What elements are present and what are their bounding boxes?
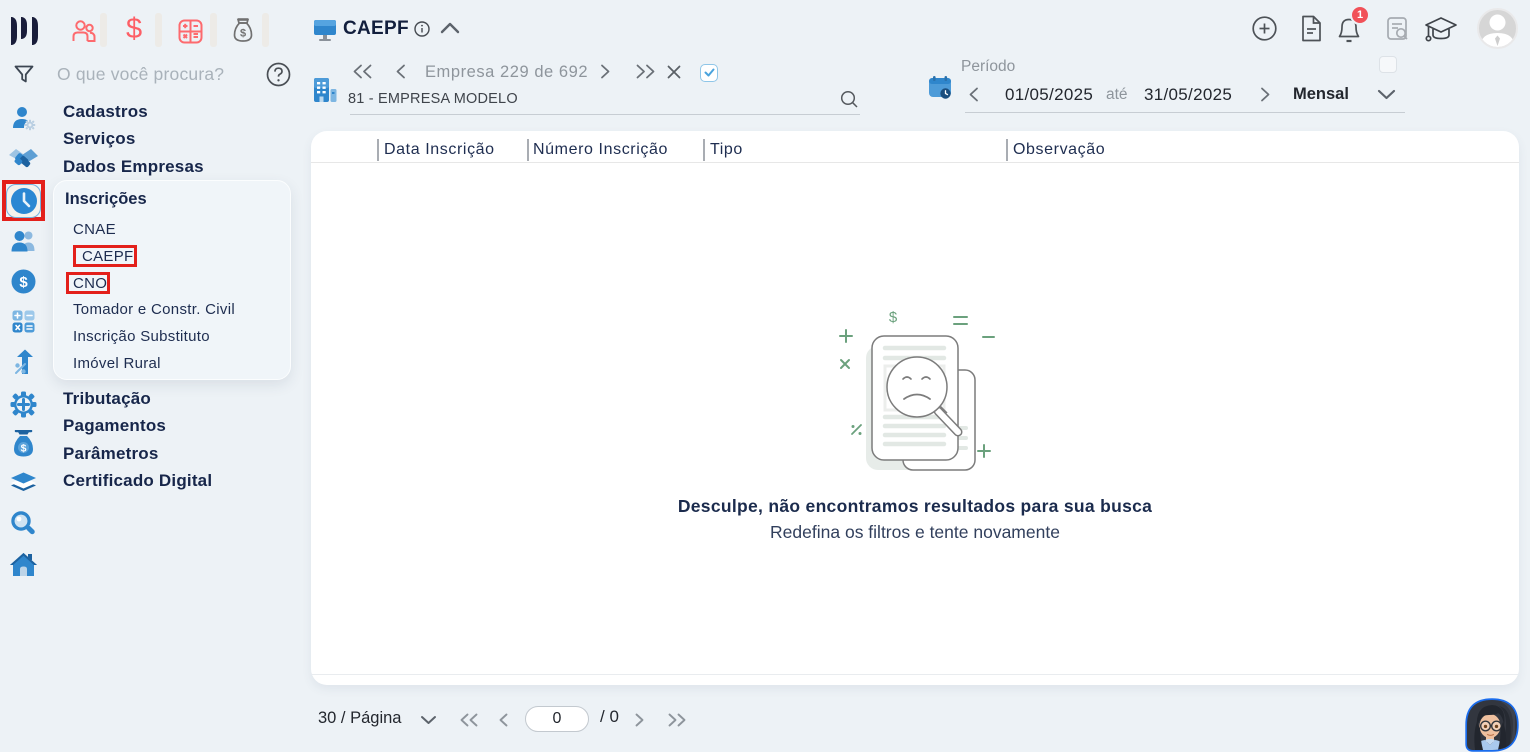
svg-text:$: $ <box>19 274 28 291</box>
svg-text:$: $ <box>889 309 898 326</box>
svg-text:$: $ <box>21 443 27 455</box>
svg-text:$: $ <box>240 28 246 40</box>
